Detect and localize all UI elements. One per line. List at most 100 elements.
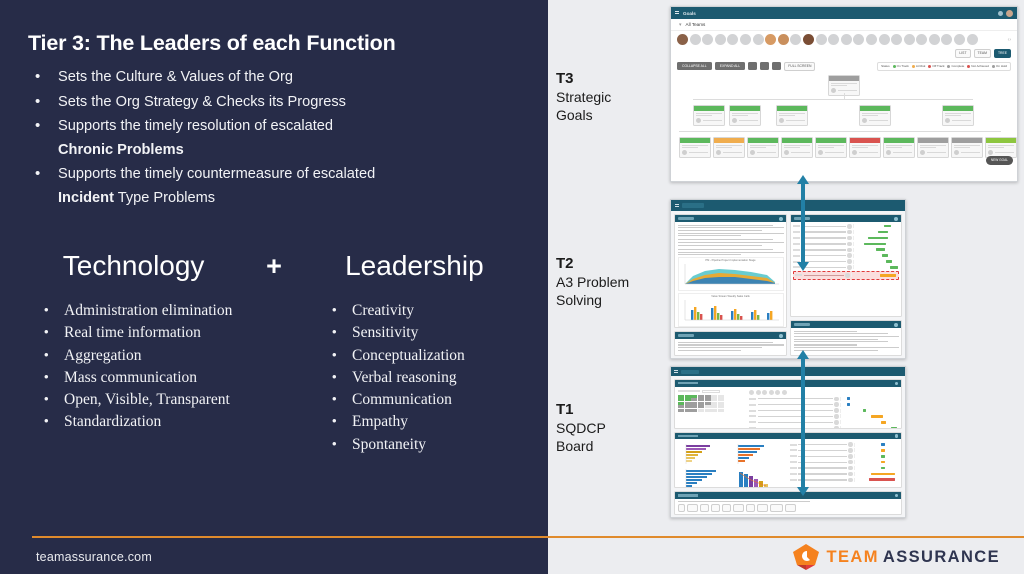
avatar[interactable] (840, 34, 852, 45)
avatar-scroll-arrows[interactable]: ‹› (1008, 37, 1011, 43)
actions-gantt-list[interactable] (791, 222, 901, 282)
goal-card[interactable] (729, 104, 761, 127)
goal-card[interactable] (713, 136, 745, 159)
table-row[interactable] (789, 477, 898, 483)
avatar[interactable] (891, 34, 903, 45)
avatar[interactable] (790, 34, 802, 45)
goal-card[interactable] (859, 104, 891, 127)
view-toggle-team[interactable]: TEAM (973, 49, 991, 58)
avatar[interactable] (878, 34, 890, 45)
screenshot-t2-a3-report[interactable]: PM - Pipeline Project Implementation Sta… (670, 199, 906, 359)
avatar[interactable] (739, 34, 751, 45)
goal-card[interactable] (747, 136, 779, 159)
expand-all-button[interactable]: EXPAND ALL (714, 62, 746, 71)
avatar[interactable] (714, 34, 726, 45)
avatar[interactable] (966, 34, 978, 45)
screenshot-t1-sqdcp-board[interactable] (670, 366, 906, 518)
goal-card-off-track[interactable] (849, 136, 881, 159)
table-row[interactable] (789, 454, 898, 459)
escalated-barrier-row[interactable] (793, 271, 899, 280)
menu-icon[interactable] (675, 203, 679, 208)
help-icon[interactable] (998, 10, 1003, 16)
avatar[interactable] (916, 34, 928, 45)
avatar[interactable] (903, 34, 915, 45)
goal-card[interactable] (776, 104, 808, 127)
section-cost-productivity[interactable] (674, 491, 902, 515)
table-row[interactable] (793, 247, 899, 253)
avatar[interactable] (677, 34, 688, 45)
goal-card[interactable] (679, 136, 711, 159)
panel-current-condition[interactable] (674, 331, 787, 356)
table-row[interactable] (749, 420, 898, 425)
new-goal-button[interactable]: NEW GOAL (985, 155, 1013, 165)
table-row[interactable] (749, 414, 898, 419)
goal-card[interactable] (985, 136, 1017, 159)
goal-card[interactable] (951, 136, 983, 159)
avatar[interactable] (689, 34, 701, 45)
table-row[interactable] (793, 224, 899, 229)
table-row[interactable] (793, 253, 899, 258)
table-row[interactable] (789, 459, 898, 465)
task-list-widget-2[interactable] (789, 442, 898, 487)
gear-icon[interactable] (894, 434, 898, 438)
goal-card[interactable] (883, 136, 915, 159)
team-filter-row[interactable]: ▾ All Teams (671, 19, 1017, 31)
export-icon[interactable] (772, 62, 782, 71)
table-row[interactable] (789, 471, 898, 477)
table-row[interactable] (793, 241, 899, 247)
avatar[interactable] (815, 34, 827, 45)
table-row[interactable] (793, 229, 899, 235)
table-row[interactable] (793, 235, 899, 241)
avatar[interactable] (802, 34, 814, 45)
goals-tree-canvas[interactable]: NEW GOAL (671, 72, 1017, 169)
goal-card[interactable] (942, 104, 974, 127)
goal-card[interactable] (917, 136, 949, 159)
table-row[interactable] (749, 408, 898, 413)
panel-background[interactable]: PM - Pipeline Project Implementation Sta… (674, 214, 787, 329)
goal-card[interactable] (781, 136, 813, 159)
avatar[interactable] (828, 34, 840, 45)
avatar[interactable] (928, 34, 940, 45)
table-row[interactable] (789, 442, 898, 447)
table-row[interactable] (789, 465, 898, 471)
section-quality-delivery[interactable] (674, 431, 902, 489)
avatar[interactable] (702, 34, 714, 45)
gear-icon[interactable] (894, 322, 898, 327)
avatar[interactable] (727, 34, 739, 45)
settings-icon[interactable] (748, 62, 758, 71)
calendar-widget[interactable] (678, 389, 746, 428)
avatar[interactable] (954, 34, 966, 45)
avatar[interactable] (777, 34, 789, 45)
goal-card[interactable] (815, 136, 847, 159)
view-toggle-list[interactable]: LIST (955, 49, 971, 58)
gear-icon[interactable] (894, 493, 898, 498)
chevron-down-icon[interactable]: ▾ (679, 22, 682, 28)
avatar[interactable] (1006, 9, 1013, 17)
menu-icon[interactable] (674, 369, 678, 374)
goal-card[interactable] (693, 104, 725, 127)
collapse-all-button[interactable]: COLLAPSE ALL (677, 62, 712, 71)
filter-chip-row[interactable] (678, 504, 898, 512)
gear-icon[interactable] (779, 216, 783, 221)
calendar-grid[interactable] (678, 394, 724, 412)
section-safety-tier[interactable] (674, 379, 902, 429)
table-row[interactable] (749, 425, 898, 428)
table-row[interactable] (749, 396, 898, 401)
view-toggle-tree[interactable]: TREE (993, 49, 1011, 58)
screenshot-t3-goals-app[interactable]: Goals ▾ All Teams ‹› LIST TEAM TREE COLL… (670, 6, 1018, 182)
filter-icon[interactable] (760, 62, 770, 71)
task-list-widget[interactable] (749, 389, 898, 428)
avatar[interactable] (941, 34, 953, 45)
table-row[interactable] (749, 402, 898, 407)
full-screen-button[interactable]: FULL SCREEN (784, 61, 816, 71)
menu-icon[interactable] (675, 11, 679, 15)
avatar[interactable] (853, 34, 865, 45)
avatar[interactable] (765, 34, 777, 45)
table-row[interactable] (795, 273, 897, 278)
gear-icon[interactable] (779, 333, 783, 338)
gear-icon[interactable] (894, 381, 898, 385)
avatar[interactable] (752, 34, 764, 45)
gear-icon[interactable] (894, 216, 898, 221)
table-row[interactable] (789, 448, 898, 453)
avatar[interactable] (865, 34, 877, 45)
